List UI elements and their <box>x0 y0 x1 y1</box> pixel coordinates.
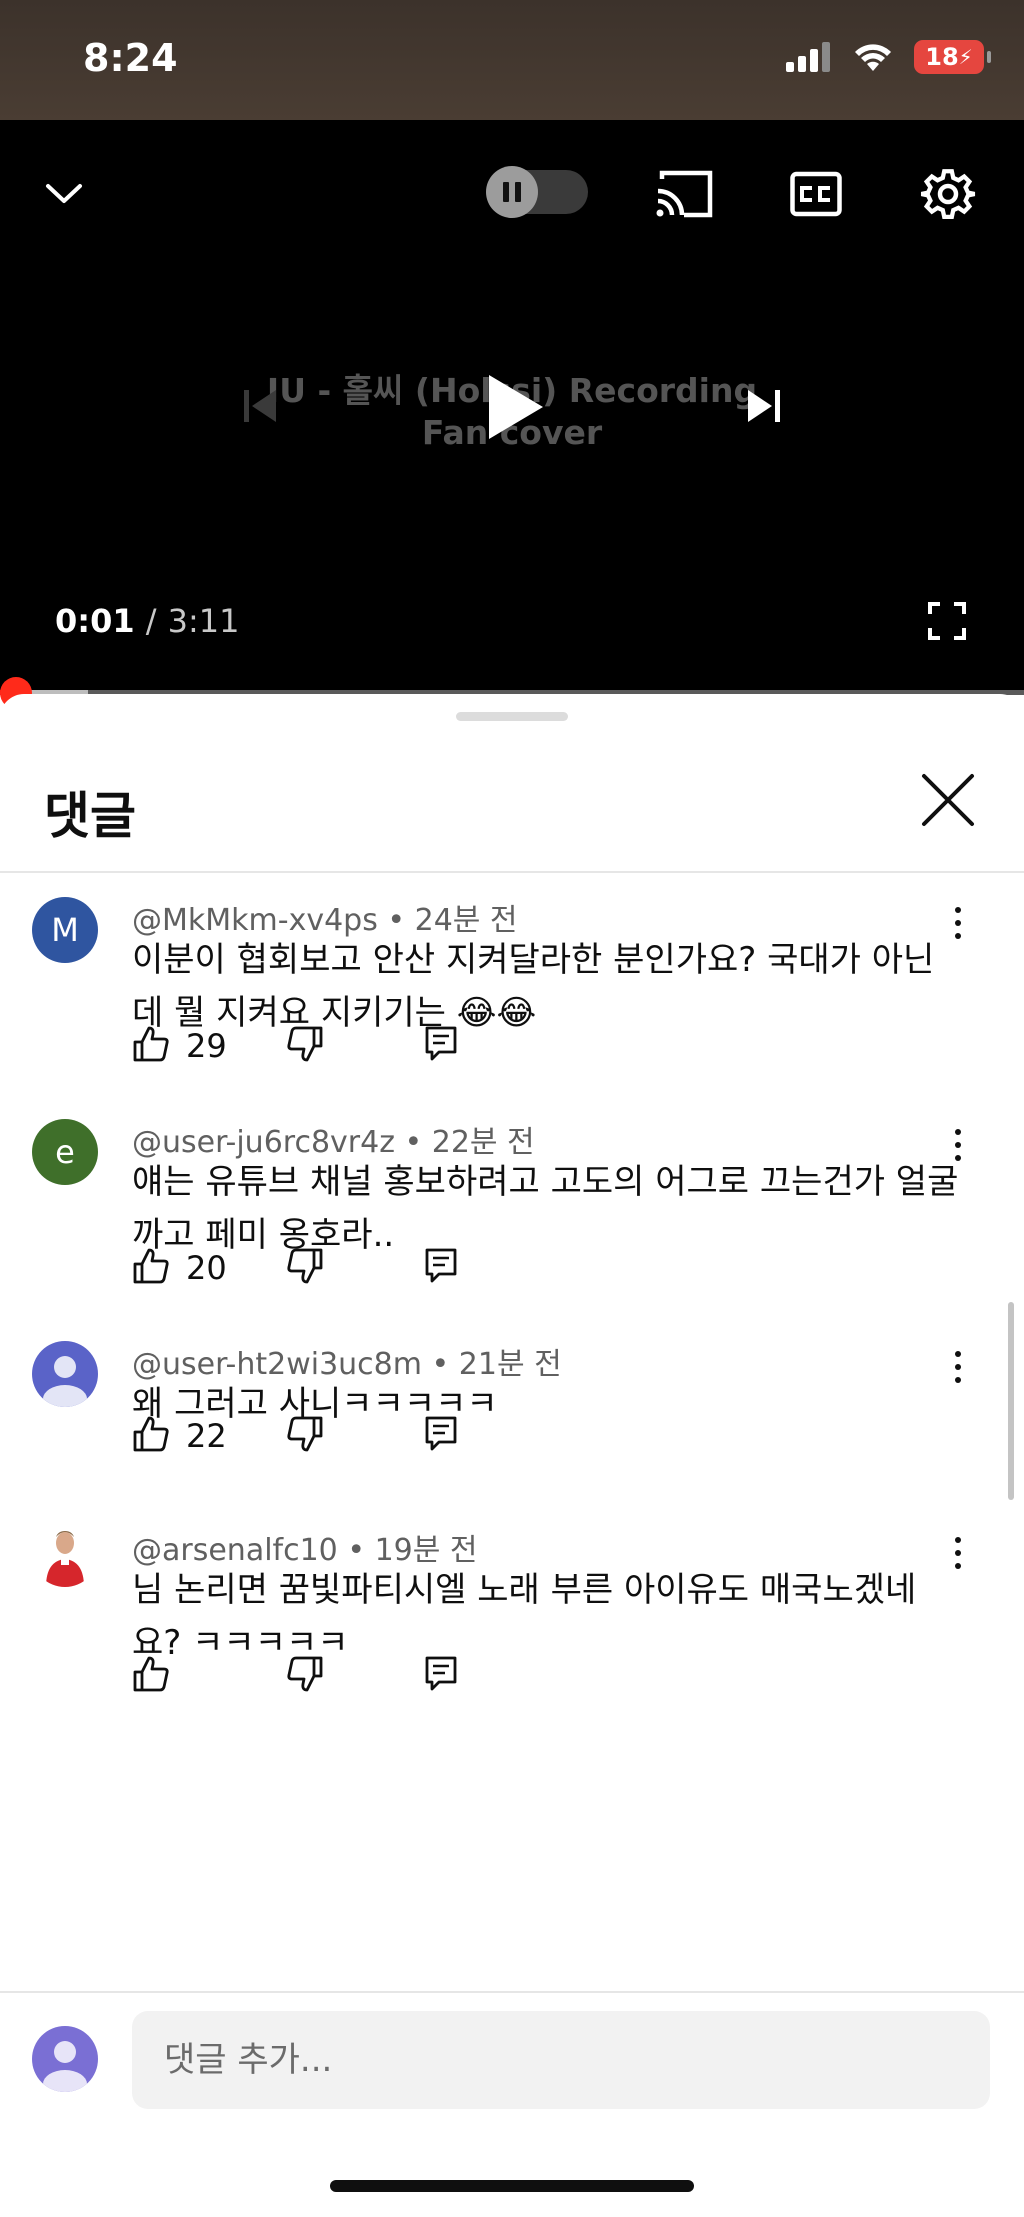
like-button[interactable] <box>132 1415 170 1453</box>
default-user-icon <box>43 2041 87 2092</box>
cc-icon <box>790 171 842 217</box>
autoplay-toggle[interactable] <box>486 166 588 218</box>
video-duration: 3:11 <box>167 602 240 640</box>
reply-icon <box>425 1026 457 1061</box>
comments-scrollbar[interactable] <box>1008 1302 1014 1500</box>
like-count: 29 <box>186 1027 227 1065</box>
avatar[interactable] <box>32 1521 98 1587</box>
pause-icon <box>486 166 538 218</box>
reply-button[interactable] <box>424 1025 458 1063</box>
thumbs-down-icon <box>287 1656 323 1692</box>
reply-button[interactable] <box>424 1655 458 1693</box>
reply-icon <box>425 1416 457 1451</box>
reply-button[interactable] <box>424 1247 458 1285</box>
comment-author[interactable]: @MkMkm-xv4ps <box>132 903 378 938</box>
battery-level: 18 <box>925 43 959 71</box>
avatar <box>32 2026 98 2092</box>
meta-separator: • <box>431 1347 459 1382</box>
meta-separator: • <box>347 1533 375 1568</box>
settings-icon <box>920 169 976 219</box>
next-button[interactable] <box>740 382 788 430</box>
time-display: 0:01 / 3:11 <box>55 602 240 640</box>
dislike-button[interactable] <box>286 1655 324 1693</box>
avatar[interactable]: M <box>32 897 98 963</box>
comment-meta: @arsenalfc10 • 19분 전 <box>132 1525 477 1569</box>
comment-author[interactable]: @user-ju6rc8vr4z <box>132 1125 395 1160</box>
comment-input[interactable] <box>132 2011 990 2109</box>
like-count: 20 <box>186 1249 227 1287</box>
wifi-icon <box>855 44 891 71</box>
thumbs-up-icon <box>133 1416 169 1452</box>
thumbs-up-icon <box>133 1248 169 1284</box>
comment-time: 24분 전 <box>414 903 518 938</box>
comment-author[interactable]: @arsenalfc10 <box>132 1533 338 1568</box>
default-user-icon <box>43 1356 87 1407</box>
status-indicators: 18 ⚡ <box>786 40 991 74</box>
like-count: 22 <box>186 1417 227 1455</box>
like-button[interactable] <box>132 1247 170 1285</box>
dislike-button[interactable] <box>286 1025 324 1063</box>
avatar[interactable] <box>32 1341 98 1407</box>
time-separator: / <box>145 602 157 640</box>
meta-separator: • <box>387 903 415 938</box>
next-icon <box>748 390 780 422</box>
reply-icon <box>425 1248 457 1283</box>
thumbs-down-icon <box>287 1416 323 1452</box>
previous-button[interactable] <box>236 382 284 430</box>
battery-indicator: 18 ⚡ <box>914 40 991 74</box>
play-icon <box>489 375 543 439</box>
comment-meta: @user-ht2wi3uc8m • 21분 전 <box>132 1339 562 1383</box>
chevron-down-icon <box>46 184 82 203</box>
comment-meta: @user-ju6rc8vr4z • 22분 전 <box>132 1117 535 1161</box>
settings-button[interactable] <box>918 164 978 224</box>
status-bar: 8:24 18 ⚡ <box>0 0 1024 120</box>
play-button[interactable] <box>480 370 550 444</box>
thumbs-up-icon <box>133 1026 169 1062</box>
video-player[interactable]: IU - 홀씨 (Holssi) Recording Fan cover 0:0… <box>0 120 1024 709</box>
comment-text: 얘는 유튜브 채널 홍보하려고 고도의 어그로 끄는건가 얼굴까고 페미 옹호라… <box>132 1162 959 1255</box>
thumbs-up-icon <box>133 1656 169 1692</box>
close-button[interactable] <box>918 770 978 830</box>
minimize-button[interactable] <box>38 168 90 220</box>
like-button[interactable] <box>132 1025 170 1063</box>
cellular-signal-icon <box>786 42 830 72</box>
comments-list[interactable]: M @MkMkm-xv4ps • 24분 전 이분이 협회보고 안산 지켜달라한… <box>0 873 1024 2045</box>
cast-icon <box>656 170 713 218</box>
thumbs-down-icon <box>287 1026 323 1062</box>
dislike-button[interactable] <box>286 1415 324 1453</box>
fullscreen-icon <box>928 602 966 640</box>
avatar[interactable]: e <box>32 1119 98 1185</box>
avatar-letter: e <box>55 1133 75 1171</box>
reply-button[interactable] <box>424 1415 458 1453</box>
avatar-letter: M <box>51 911 79 949</box>
fullscreen-button[interactable] <box>926 600 968 642</box>
reply-icon <box>425 1656 457 1691</box>
like-button[interactable] <box>132 1655 170 1693</box>
meta-separator: • <box>404 1125 432 1160</box>
charging-bolt-icon: ⚡ <box>958 45 973 69</box>
comment-time: 22분 전 <box>431 1125 535 1160</box>
comment-author[interactable]: @user-ht2wi3uc8m <box>132 1347 422 1382</box>
comment-time: 19분 전 <box>374 1533 478 1568</box>
home-indicator <box>330 2180 694 2192</box>
panel-title: 댓글 <box>44 787 136 845</box>
drag-handle[interactable] <box>456 712 568 721</box>
comment-meta: @MkMkm-xv4ps • 24분 전 <box>132 895 518 939</box>
comment-text: 님 논리면 꿈빛파티시엘 노래 부른 아이유도 매국노겠네요? ㅋㅋㅋㅋㅋ <box>132 1570 917 1663</box>
current-time: 0:01 <box>55 602 135 640</box>
comment-text: 왜 그러고 사니ㅋㅋㅋㅋㅋ <box>132 1384 498 1424</box>
cast-button[interactable] <box>652 166 716 222</box>
dislike-button[interactable] <box>286 1247 324 1285</box>
close-icon <box>922 774 974 826</box>
comments-panel: 댓글 M @MkMkm-xv4ps • 24분 전 이분이 협회보고 안산 지켜… <box>0 694 1024 2217</box>
comment-time: 21분 전 <box>458 1347 562 1382</box>
comment-text: 이분이 협회보고 안산 지켜달라한 분인가요? 국대가 아닌데 뭘 지켜요 지키… <box>132 940 935 1033</box>
profile-photo-icon <box>46 1531 84 1587</box>
previous-icon <box>244 390 276 422</box>
status-time: 8:24 <box>83 36 178 80</box>
thumbs-down-icon <box>287 1248 323 1284</box>
captions-button[interactable] <box>788 166 844 222</box>
